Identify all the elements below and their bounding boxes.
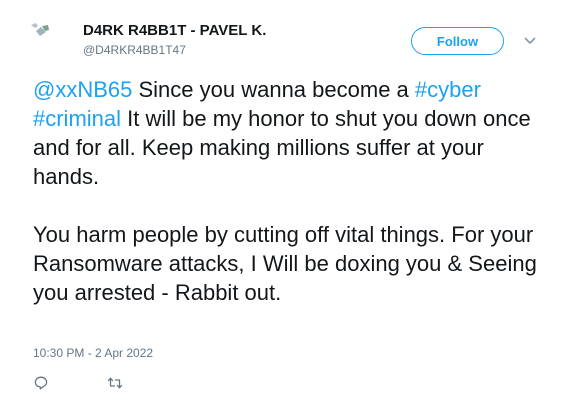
tweet-timestamp[interactable]: 10:30 PM - 2 Apr 2022 [33, 346, 153, 360]
reply-icon[interactable] [33, 375, 49, 391]
broken-image-icon[interactable] [30, 22, 52, 38]
retweet-icon[interactable] [107, 375, 123, 391]
tweet-text: @xxNB65 Since you wanna become a #cyber … [33, 75, 553, 307]
author-handle[interactable]: @D4RKR4BB1T47 [83, 43, 186, 57]
tweet-card: D4RK R4BB1T - PAVEL K. @D4RKR4BB1T47 Fol… [0, 0, 568, 408]
tweet-paragraph: @xxNB65 Since you wanna become a #cyber … [33, 75, 553, 191]
author-name[interactable]: D4RK R4BB1T - PAVEL K. [83, 22, 266, 39]
chevron-down-icon[interactable] [522, 34, 538, 48]
hashtag-link[interactable]: #criminal [33, 106, 121, 131]
tweet-text-segment: Since you wanna become a [132, 77, 415, 102]
follow-button[interactable]: Follow [411, 27, 504, 55]
hashtag-link[interactable]: #cyber [415, 77, 481, 102]
tweet-paragraph: You harm people by cutting off vital thi… [33, 222, 537, 305]
mention-link[interactable]: @xxNB65 [33, 77, 132, 102]
